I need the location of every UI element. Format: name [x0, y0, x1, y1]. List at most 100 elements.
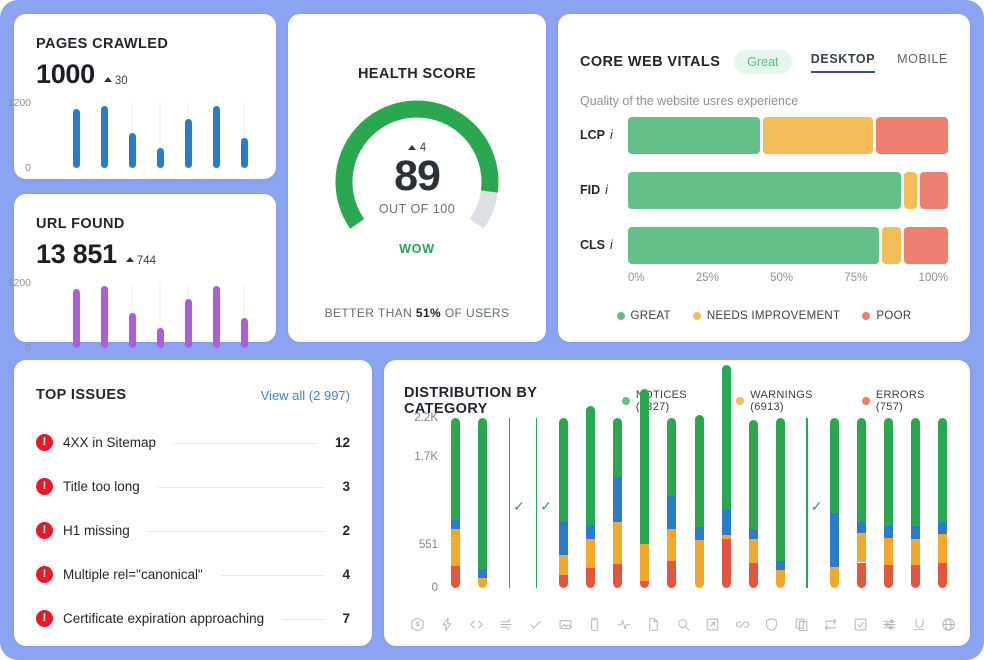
- check-icon[interactable]: [528, 617, 543, 632]
- cwv-legend-label: NEEDS IMPROVEMENT: [706, 310, 841, 322]
- distribution-icon-row: [410, 617, 956, 632]
- info-icon[interactable]: i: [605, 183, 608, 197]
- mini-bar: [156, 147, 164, 168]
- issue-row[interactable]: ! 4XX in Sitemap 12: [36, 420, 350, 464]
- issue-row[interactable]: ! H1 missing 2: [36, 508, 350, 552]
- file-icon[interactable]: [646, 617, 661, 632]
- distribution-segment-g: [613, 418, 623, 477]
- url-found-plot: [62, 282, 258, 348]
- distribution-empty-line: [535, 418, 538, 588]
- link-icon[interactable]: [735, 617, 750, 632]
- mini-bar-column: [240, 282, 248, 348]
- cwv-label-cls: CLS i: [580, 238, 628, 252]
- cwv-legend-item: POOR: [862, 310, 911, 322]
- issue-count: 12: [334, 434, 350, 450]
- distribution-legend-item: WARNINGS (6913): [736, 389, 848, 413]
- mini-bar-column: [72, 102, 80, 168]
- image-icon[interactable]: [558, 617, 573, 632]
- tab-desktop[interactable]: DESKTOP: [810, 52, 876, 73]
- distribution-bar[interactable]: [667, 418, 677, 588]
- error-icon: !: [36, 521, 53, 539]
- mini-bar: [72, 109, 80, 168]
- status-badge: Great: [734, 50, 792, 74]
- distribution-bar[interactable]: [640, 388, 650, 588]
- search-icon[interactable]: [676, 617, 691, 632]
- gauge-center: 4 89 OUT OF 100: [327, 142, 507, 216]
- pages-crawled-delta: 30: [103, 75, 128, 87]
- distribution-bar[interactable]: [559, 418, 569, 588]
- distribution-segment-r: [559, 574, 569, 588]
- distribution-bar[interactable]: [478, 418, 488, 588]
- issue-label: H1 missing: [63, 522, 130, 538]
- cwv-segment-great: [628, 171, 902, 209]
- distribution-ytick: 1.7K: [414, 450, 438, 463]
- health-score-footer: BETTER THAN 51% OF USERS: [288, 306, 546, 320]
- mini-bar: [128, 133, 136, 168]
- distribution-bar[interactable]: [694, 414, 704, 588]
- distribution-legend-item: ERRORS (757): [862, 389, 954, 413]
- distribution-bar[interactable]: [613, 418, 623, 588]
- mini-bar-column: [156, 102, 164, 168]
- activity-icon[interactable]: [617, 617, 632, 632]
- bolt-icon[interactable]: [440, 617, 455, 632]
- distribution-bar[interactable]: [721, 365, 731, 588]
- cwv-segment-poor: [919, 171, 949, 209]
- info-icon[interactable]: i: [610, 128, 613, 142]
- distribution-bar[interactable]: [910, 418, 920, 588]
- caret-up-icon: [407, 144, 416, 150]
- mini-bar: [184, 298, 192, 348]
- distribution-segment-o: [883, 537, 893, 565]
- distribution-segment-o: [478, 577, 488, 588]
- distribution-bar[interactable]: [775, 418, 785, 588]
- issue-count: 4: [342, 566, 350, 582]
- mini-bar: [184, 118, 192, 168]
- external-link-icon[interactable]: [705, 617, 720, 632]
- shield-icon[interactable]: [764, 617, 779, 632]
- legend-dot-icon: [692, 312, 701, 320]
- distribution-segment-o: [559, 554, 569, 575]
- distribution-empty-line: [806, 418, 808, 588]
- wind-icon[interactable]: [499, 617, 514, 632]
- distribution-segment-o: [667, 529, 677, 561]
- copy-icon[interactable]: [794, 617, 809, 632]
- checkbox-icon[interactable]: [853, 617, 868, 632]
- code-icon[interactable]: [469, 617, 484, 632]
- distribution-bar[interactable]: [856, 418, 866, 588]
- cwv-legend-item: NEEDS IMPROVEMENT: [692, 310, 841, 322]
- info-icon[interactable]: i: [610, 238, 613, 252]
- distribution-card: DISTRIBUTION BY CATEGORY NOTICES (5327) W…: [384, 360, 970, 646]
- cwv-legend-label: GREAT: [630, 310, 671, 322]
- legend-dot-icon: [862, 397, 870, 405]
- globe-icon[interactable]: [941, 617, 956, 632]
- tab-mobile[interactable]: MOBILE: [897, 52, 948, 71]
- mini-bar-column: [72, 282, 80, 348]
- distribution-segment-o: [586, 538, 596, 568]
- mini-bar: [156, 327, 164, 348]
- sliders-icon[interactable]: [882, 617, 897, 632]
- underline-icon[interactable]: [912, 617, 927, 632]
- distribution-segment-o: [640, 543, 650, 582]
- distribution-bar[interactable]: [937, 418, 947, 588]
- distribution-bar[interactable]: [451, 418, 461, 588]
- issue-row[interactable]: ! Multiple rel="canonical" 4: [36, 552, 350, 596]
- health-score-out-of: OUT OF 100: [378, 202, 456, 216]
- distribution-bar[interactable]: [748, 420, 758, 588]
- mobile-icon[interactable]: [587, 617, 602, 632]
- view-all-link[interactable]: View all (2 997): [261, 388, 350, 403]
- distribution-segment-g: [694, 414, 704, 527]
- issue-divider: [282, 618, 325, 620]
- issue-row[interactable]: ! Certificate expiration approaching 7: [36, 596, 350, 640]
- repeat-icon[interactable]: [823, 617, 838, 632]
- distribution-bar[interactable]: [883, 418, 893, 588]
- pages-axis-bottom: 0: [25, 162, 31, 174]
- distribution-segment-o: [937, 533, 947, 564]
- distribution-bar[interactable]: [829, 418, 839, 588]
- issue-row[interactable]: ! Title too long 3: [36, 464, 350, 508]
- distribution-segment-g: [451, 418, 461, 520]
- distribution-bar[interactable]: [586, 405, 596, 588]
- distribution-legend-item: NOTICES (5327): [622, 389, 722, 413]
- pages-crawled-title: PAGES CRAWLED: [36, 36, 169, 52]
- url-found-value-row: 13 851 744: [36, 239, 156, 270]
- pages-axis-top: 1200: [7, 97, 31, 109]
- hexagon-s-icon[interactable]: [410, 617, 425, 632]
